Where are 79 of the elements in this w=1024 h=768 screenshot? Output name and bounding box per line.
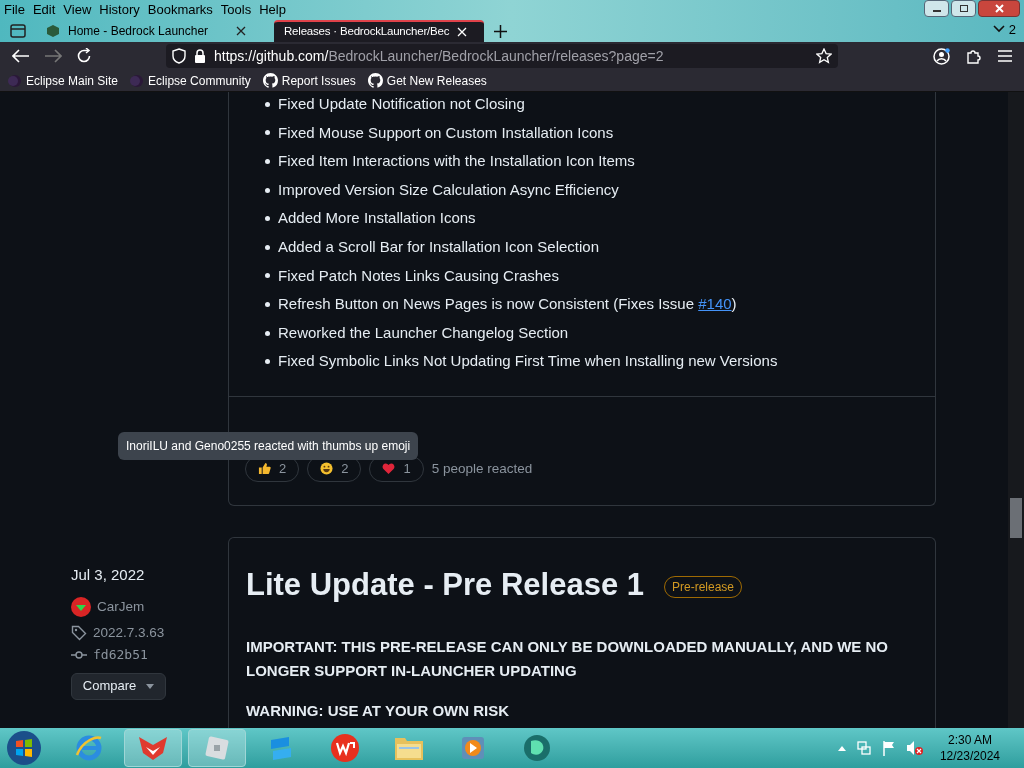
- shield-icon: [172, 48, 186, 64]
- account-icon[interactable]: [933, 47, 950, 65]
- office-w-icon: [330, 733, 360, 763]
- taskbar-app-button[interactable]: [124, 729, 182, 767]
- release-note: Added More Installation Icons: [278, 208, 476, 229]
- media-player-icon: [459, 734, 487, 762]
- bookmark[interactable]: Get New Releases: [363, 71, 491, 90]
- menu-item[interactable]: Help: [255, 0, 290, 20]
- menu-item[interactable]: Edit: [28, 0, 60, 20]
- address-bar[interactable]: https://github.com/BedrockLauncher/BedrockLauncher/releases?page=2: [166, 44, 838, 68]
- bookmark[interactable]: Eclipse Main Site: [4, 71, 123, 90]
- close-button[interactable]: [978, 0, 1020, 17]
- menu-item[interactable]: Bookmarks: [143, 0, 217, 20]
- flag-icon[interactable]: [881, 740, 896, 756]
- folder-icon: [394, 735, 424, 761]
- release-title: Lite Update - Pre Release 1: [246, 566, 644, 604]
- menu-item[interactable]: View: [59, 0, 96, 20]
- release-note: Fixed Item Interactions with the Installation Icon Items: [278, 151, 635, 172]
- reload-icon[interactable]: [76, 48, 92, 64]
- release-note: Fixed Mouse Support on Custom Installation Icons: [278, 122, 614, 143]
- new-tab-icon[interactable]: [494, 25, 507, 38]
- clock[interactable]: 2:30 AM 12/23/2024: [939, 732, 1000, 764]
- scrollbar-thumb[interactable]: [1010, 498, 1022, 538]
- github-icon: [367, 73, 383, 88]
- github-icon: [262, 73, 278, 88]
- moon-icon: [8, 73, 22, 88]
- issue-link[interactable]: #140: [698, 295, 732, 313]
- restore-button[interactable]: [951, 0, 976, 17]
- back-arrow-icon[interactable]: [12, 49, 30, 63]
- tray-arrow-icon[interactable]: [837, 745, 846, 751]
- avatar-icon: [71, 596, 91, 617]
- release-note: Fixed Symbolic Links Not Updating First Time when Installing new Versions: [278, 351, 778, 372]
- tab-count[interactable]: 2: [992, 19, 1016, 39]
- minimize-button[interactable]: [924, 0, 949, 17]
- bookmark[interactable]: Eclipse Community: [126, 71, 255, 90]
- forward-arrow-icon[interactable]: [44, 49, 62, 63]
- release-note: Reworked the Launcher Changelog Section: [278, 322, 569, 343]
- lock-icon: [194, 49, 206, 63]
- close-icon: [994, 4, 1004, 13]
- release-note: Fixed Patch Notes Links Causing Crashes: [278, 265, 559, 286]
- reaction-summary: 5 people reacted: [431, 459, 533, 478]
- release-note: Improved Version Size Calculation Async Efficiency: [278, 179, 619, 200]
- release-date: Jul 3, 2022: [71, 565, 146, 585]
- thumbs-up-icon: [258, 462, 271, 476]
- tag-link[interactable]: 2022.7.3.63: [93, 622, 165, 643]
- tag-icon: [71, 624, 87, 641]
- browser-e-icon: [74, 733, 104, 763]
- tooltip: InoriILU and Geno0255 reacted with thumbs up emoji: [118, 432, 419, 460]
- moon-icon: [130, 73, 145, 88]
- url-text: https://github.com/BedrockLauncher/BedrockLauncher/releases?page=2: [214, 46, 664, 66]
- bookmark[interactable]: Report Issues: [258, 71, 360, 90]
- menu-item[interactable]: Tools: [216, 0, 256, 20]
- caret-icon: [146, 683, 155, 689]
- cube-favicon-icon: [46, 24, 60, 38]
- release-note: Fixed Update Notification not Closing: [278, 94, 525, 115]
- start-orb-icon[interactable]: [4, 729, 44, 767]
- commit-link[interactable]: fd62b51: [93, 645, 148, 665]
- heart-icon: [382, 462, 396, 476]
- author-link[interactable]: CarJem: [97, 596, 145, 617]
- browser-tab[interactable]: Releases · BedrockLauncher/Bec: [274, 20, 484, 42]
- smile-icon: [320, 462, 334, 476]
- compare-button[interactable]: Compare: [71, 672, 166, 700]
- tab-list-icon[interactable]: [10, 24, 26, 38]
- release-paragraph: IMPORTANT: THIS PRE-RELEASE CAN ONLY BE DOWNLOADED MANUALLY, AND WE NO LONGER SUPPORT IN-LAUNCHER UPDATING: [246, 636, 889, 681]
- close-tab-icon[interactable]: [236, 26, 246, 36]
- circle-app-icon: [522, 733, 552, 763]
- menu-icon[interactable]: [998, 50, 1012, 62]
- browser-tab[interactable]: Home - Bedrock Launcher: [36, 20, 256, 42]
- menu-item[interactable]: File: [0, 0, 29, 20]
- release-note: Refresh Button on News Pages is now Consistent (Fixes Issue #140): [278, 294, 737, 315]
- star-icon[interactable]: [816, 48, 832, 64]
- menu-item[interactable]: History: [95, 0, 144, 20]
- fox-icon: [137, 735, 169, 761]
- release-note: Added a Scroll Bar for Installation Icon Selection: [278, 237, 599, 257]
- muted-speaker-icon[interactable]: [905, 740, 924, 756]
- puzzle-icon[interactable]: [966, 48, 982, 64]
- commit-icon: [71, 649, 87, 660]
- chevron-down-icon: [992, 25, 1005, 34]
- release-paragraph: WARNING: USE AT YOUR OWN RISK: [246, 700, 511, 721]
